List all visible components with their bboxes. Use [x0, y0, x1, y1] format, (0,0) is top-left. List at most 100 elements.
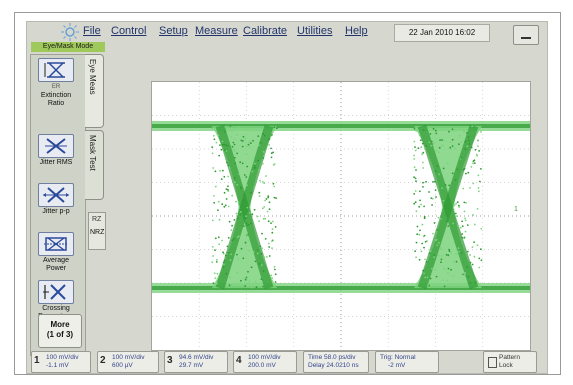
- eye-sample-dot: [227, 251, 230, 254]
- timebase-button[interactable]: Time 58.0 ps/div Delay 24.0210 ns: [303, 351, 369, 373]
- eye-sample-dot: [240, 139, 243, 142]
- channel-4-button[interactable]: 4 100 mV/div 200.0 mV: [233, 351, 297, 373]
- eye-diagram-display[interactable]: 1: [151, 81, 531, 351]
- eye-sample-dot: [260, 264, 263, 266]
- eye-sample-dot: [464, 148, 467, 151]
- eye-sample-dot: [431, 267, 433, 270]
- eye-sample-dot: [241, 145, 244, 148]
- channel-1-button[interactable]: 1 100 mV/div -1.1 mV: [31, 351, 91, 373]
- extinction-ratio-button[interactable]: ER Extinction Ratio: [34, 58, 78, 108]
- eye-sample-dot: [435, 275, 438, 278]
- eye-sample-dot: [227, 205, 230, 208]
- eye-sample-dot: [218, 218, 221, 221]
- pattern-lock-button[interactable]: Pattern Lock: [483, 351, 537, 373]
- menu-control[interactable]: Control: [111, 25, 146, 37]
- eye-sample-dot: [475, 153, 478, 156]
- nrz-toggle[interactable]: RZ NRZ: [88, 212, 106, 250]
- eye-sample-dot: [221, 140, 224, 143]
- nrz-label: NRZ: [90, 229, 105, 236]
- eye-sample-dot: [264, 217, 267, 220]
- eye-sample-dot: [433, 222, 436, 224]
- eye-sample-dot: [217, 209, 219, 212]
- menu-calibrate[interactable]: Calibrate: [243, 25, 287, 37]
- eye-sample-dot: [262, 150, 265, 153]
- eye-sample-dot: [213, 195, 215, 197]
- eye-sample-dot: [473, 241, 475, 244]
- eye-sample-dot: [429, 133, 432, 135]
- eye-sample-dot: [447, 225, 450, 227]
- eye-sample-dot: [418, 258, 421, 261]
- menu-utilities[interactable]: Utilities: [297, 25, 332, 37]
- menu-measure[interactable]: Measure: [195, 25, 238, 37]
- eye-sample-dot: [221, 143, 224, 146]
- mode-tab[interactable]: Eye/Mask Mode: [31, 42, 105, 52]
- eye-sample-dot: [451, 145, 454, 147]
- eye-sample-dot: [415, 241, 418, 244]
- eye-sample-dot: [230, 229, 233, 231]
- pattern-lock-icon: [488, 357, 497, 368]
- eye-sample-dot: [470, 146, 473, 149]
- eye-sample-dot: [224, 254, 227, 257]
- eye-sample-dot: [231, 239, 234, 242]
- eye-sample-dot: [443, 139, 445, 142]
- eye-sample-dot: [254, 280, 257, 283]
- eye-sample-dot: [463, 210, 466, 213]
- eye-sample-dot: [252, 139, 254, 142]
- eye-sample-dot: [240, 187, 243, 190]
- eye-sample-dot: [448, 184, 451, 187]
- eye-sample-dot: [260, 278, 263, 280]
- eye-sample-dot: [414, 146, 416, 148]
- eye-sample-dot: [212, 134, 215, 137]
- eye-sample-dot: [415, 256, 417, 259]
- menu-setup[interactable]: Setup: [159, 25, 188, 37]
- eye-sample-dot: [267, 195, 270, 197]
- eye-sample-dot: [246, 234, 249, 237]
- menu-file[interactable]: File: [83, 25, 101, 37]
- eye-sample-dot: [444, 128, 447, 131]
- eye-sample-dot: [246, 184, 248, 187]
- eye-sample-dot: [271, 247, 273, 250]
- eye-sample-dot: [223, 205, 226, 208]
- eye-sample-dot: [253, 208, 256, 211]
- eye-sample-dot: [474, 148, 477, 151]
- trigger-button[interactable]: Trig: Normal -2 mV: [375, 351, 439, 373]
- jitter-rms-button[interactable]: Jitter RMS: [34, 134, 78, 167]
- minimize-button[interactable]: [513, 25, 539, 45]
- eye-sample-dot: [254, 260, 257, 263]
- eye-sample-dot: [422, 129, 425, 132]
- eye-sample-dot: [220, 178, 223, 180]
- eye-sample-dot: [415, 169, 417, 171]
- eye-sample-dot: [480, 228, 483, 230]
- eye-sample-dot: [418, 233, 421, 236]
- eye-sample-dot: [434, 129, 437, 132]
- eye-sample-dot: [217, 134, 220, 137]
- eye-sample-dot: [413, 140, 416, 143]
- channel-2-button[interactable]: 2 100 mV/div 600 µV: [97, 351, 159, 373]
- eye-sample-dot: [436, 165, 439, 168]
- eye-sample-dot: [460, 141, 462, 143]
- tab-mask-test[interactable]: Mask Test: [85, 130, 104, 200]
- eye-sample-dot: [257, 159, 259, 162]
- eye-sample-dot: [227, 144, 229, 147]
- more-button[interactable]: More (1 of 3): [38, 314, 82, 348]
- eye-sample-dot: [446, 162, 449, 165]
- eye-sample-dot: [457, 250, 460, 253]
- eye-sample-dot: [244, 285, 246, 287]
- average-power-button[interactable]: Average Power: [34, 232, 78, 273]
- menu-bar: File Control Setup Measure Calibrate Uti…: [27, 22, 547, 45]
- eye-sample-dot: [270, 156, 273, 159]
- eye-sample-dot: [413, 193, 416, 195]
- channel-1-number: 1: [34, 355, 40, 366]
- eye-sample-dot: [451, 138, 454, 141]
- eye-sample-dot: [254, 166, 257, 169]
- eye-sample-dot: [478, 257, 481, 260]
- eye-sample-dot: [471, 125, 473, 128]
- eye-sample-dot: [450, 252, 453, 254]
- eye-sample-dot: [465, 202, 467, 204]
- tab-eye-meas[interactable]: Eye Meas: [85, 54, 104, 128]
- minimize-icon: [521, 37, 531, 39]
- eye-sample-dot: [268, 144, 270, 146]
- jitter-pp-button[interactable]: Jitter p-p: [34, 183, 78, 216]
- menu-help[interactable]: Help: [345, 25, 368, 37]
- channel-3-button[interactable]: 3 94.6 mV/div 29.7 mV: [164, 351, 228, 373]
